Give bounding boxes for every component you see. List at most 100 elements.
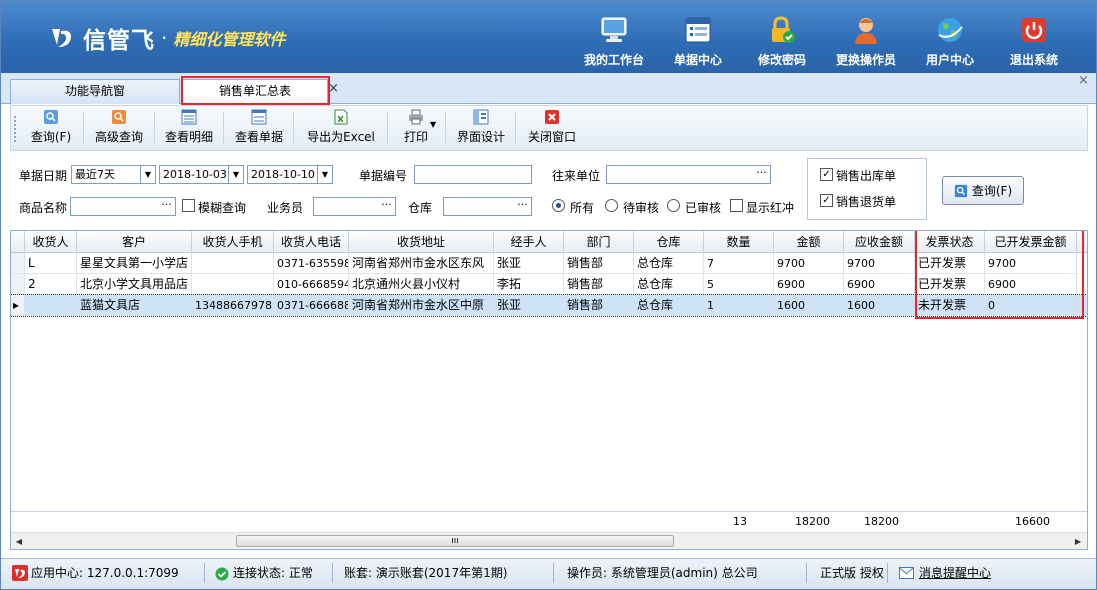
cell-phone[interactable]: 0371-666688 xyxy=(274,295,349,316)
cell-customer[interactable]: 星星文具第一小学店 xyxy=(77,253,192,274)
cell-handler[interactable]: 张亚 xyxy=(494,295,564,316)
tab-close-icon[interactable]: × xyxy=(328,81,339,96)
ellipsis-icon[interactable]: ··· xyxy=(158,198,175,215)
cell-amount[interactable]: 9700 xyxy=(774,253,844,274)
cell-receivable[interactable]: 9700 xyxy=(844,253,915,274)
header-phone[interactable]: 收货人电话 xyxy=(274,231,349,253)
nav-my-workbench[interactable]: 我的工作台 xyxy=(572,15,656,71)
export-excel-button[interactable]: 导出为Excel xyxy=(299,109,383,147)
interface-design-button[interactable]: 界面设计 xyxy=(451,109,511,147)
header-mobile[interactable]: 收货人手机 xyxy=(192,231,274,253)
table-row[interactable]: 2 北京小学文具用品店 010-6668594 北京通州火县小仪村 李拓 销售部 总仓库 5 6… xyxy=(11,274,1087,295)
header-amount[interactable]: 金额 xyxy=(774,231,844,253)
nav-user-center[interactable]: 用户中心 xyxy=(908,15,992,71)
nav-exit-system[interactable]: 退出系统 xyxy=(992,15,1076,71)
date-to-field[interactable]: 2018-10-10 ▼ xyxy=(247,165,333,184)
cell-phone[interactable]: 010-6668594 xyxy=(274,274,349,295)
cell-warehouse[interactable]: 总仓库 xyxy=(634,253,704,274)
cell-address[interactable]: 河南省郑州市金水区东风 xyxy=(349,253,494,274)
cell-phone[interactable]: 0371-635598 xyxy=(274,253,349,274)
product-input[interactable]: ··· xyxy=(70,197,176,216)
cell-invoice-status[interactable]: 已开发票 xyxy=(915,253,985,274)
table-row[interactable]: ▸ 蓝猫文具店 13488667978 0371-666688 河南省郑州市金水区中原张… xyxy=(11,294,1087,317)
header-receivable[interactable]: 应收金额 xyxy=(844,231,915,253)
cell-department[interactable]: 销售部 xyxy=(564,253,634,274)
cell-quantity[interactable]: 7 xyxy=(704,253,774,274)
cell-mobile[interactable] xyxy=(192,253,274,274)
row-indicator[interactable] xyxy=(11,274,25,295)
view-document-button[interactable]: 查看单据 xyxy=(229,109,289,147)
ellipsis-icon[interactable]: ··· xyxy=(378,198,395,215)
fuzzy-query-checkbox[interactable] xyxy=(182,199,195,212)
sales-out-checkbox[interactable]: ✓ xyxy=(820,168,833,181)
header-handler[interactable]: 经手人 xyxy=(494,231,564,253)
cell-invoice-status[interactable]: 未开发票 xyxy=(915,295,985,316)
header-department[interactable]: 部门 xyxy=(564,231,634,253)
row-indicator[interactable] xyxy=(11,253,25,274)
header-customer[interactable]: 客户 xyxy=(77,231,192,253)
doc-no-input[interactable] xyxy=(414,165,532,184)
tab-sales-summary[interactable]: 销售单汇总表 xyxy=(182,79,328,105)
close-window-button[interactable]: 关闭窗口 xyxy=(521,109,583,147)
header-receiver[interactable]: 收货人 xyxy=(25,231,77,253)
header-invoiced-amount[interactable]: 已开发票金额 xyxy=(985,231,1077,253)
row-indicator[interactable]: ▸ xyxy=(11,295,25,316)
scroll-left-icon[interactable]: ◀ xyxy=(12,535,26,548)
advanced-query-button[interactable]: 高级查询 xyxy=(87,109,151,147)
salesman-input[interactable]: ··· xyxy=(313,197,396,216)
cell-invoiced-amount[interactable]: 0 xyxy=(985,295,1077,316)
ellipsis-icon[interactable]: ··· xyxy=(514,198,531,215)
cell-invoiced-amount[interactable]: 6900 xyxy=(985,274,1077,295)
partner-input[interactable]: ··· xyxy=(606,165,771,184)
cell-handler[interactable]: 李拓 xyxy=(494,274,564,295)
cell-quantity[interactable]: 5 xyxy=(704,274,774,295)
window-close-icon[interactable]: × xyxy=(1078,73,1089,88)
cell-department[interactable]: 销售部 xyxy=(564,274,634,295)
header-quantity[interactable]: 数量 xyxy=(704,231,774,253)
header-address[interactable]: 收货地址 xyxy=(349,231,494,253)
cell-handler[interactable]: 张亚 xyxy=(494,253,564,274)
cell-warehouse[interactable]: 总仓库 xyxy=(634,274,704,295)
table-row[interactable]: L 星星文具第一小学店 0371-635598 河南省郑州市金水区东风 张亚 销售部 总仓库… xyxy=(11,253,1087,274)
status-pending-radio[interactable] xyxy=(605,199,618,212)
cell-quantity[interactable]: 1 xyxy=(704,295,774,316)
cell-invoiced-amount[interactable]: 9700 xyxy=(985,253,1077,274)
cell-amount[interactable]: 6900 xyxy=(774,274,844,295)
cell-customer[interactable]: 北京小学文具用品店 xyxy=(77,274,192,295)
scroll-right-icon[interactable]: ▶ xyxy=(1071,535,1085,548)
cell-invoice-status[interactable]: 已开发票 xyxy=(915,274,985,295)
cell-mobile[interactable] xyxy=(192,274,274,295)
header-invoice-status[interactable]: 发票状态 xyxy=(915,231,985,253)
status-approved-radio[interactable] xyxy=(667,199,680,212)
cell-mobile[interactable]: 13488667978 xyxy=(192,295,274,316)
scroll-thumb[interactable]: ııı xyxy=(236,535,674,547)
nav-switch-operator[interactable]: 更换操作员 xyxy=(824,15,908,71)
cell-address[interactable]: 河南省郑州市金水区中原 xyxy=(349,295,494,316)
date-from-field[interactable]: 2018-10-03 ▼ xyxy=(159,165,244,184)
cell-receivable[interactable]: 1600 xyxy=(844,295,915,316)
query-button[interactable]: 查询(F) xyxy=(21,109,81,147)
cell-customer[interactable]: 蓝猫文具店 xyxy=(77,295,192,316)
horizontal-scrollbar[interactable]: ◀ ııı ▶ xyxy=(11,532,1087,549)
nav-change-password[interactable]: 修改密码 xyxy=(740,15,824,71)
cell-department[interactable]: 销售部 xyxy=(564,295,634,316)
show-red-checkbox[interactable] xyxy=(730,199,743,212)
tab-function-navigation[interactable]: 功能导航窗 xyxy=(10,79,180,104)
header-warehouse[interactable]: 仓库 xyxy=(634,231,704,253)
cell-receiver[interactable] xyxy=(25,295,77,316)
filter-query-button[interactable]: 查询(F) xyxy=(942,176,1024,205)
warehouse-input[interactable]: ··· xyxy=(443,197,532,216)
cell-warehouse[interactable]: 总仓库 xyxy=(634,295,704,316)
cell-receiver[interactable]: L xyxy=(25,253,77,274)
cell-amount[interactable]: 1600 xyxy=(774,295,844,316)
status-all-radio[interactable] xyxy=(552,199,565,212)
date-range-select[interactable]: 最近7天 ▼ xyxy=(71,165,156,184)
nav-document-center[interactable]: 单据中心 xyxy=(656,15,740,71)
sales-return-checkbox[interactable]: ✓ xyxy=(820,194,833,207)
cell-address[interactable]: 北京通州火县小仪村 xyxy=(349,274,494,295)
view-detail-button[interactable]: 查看明细 xyxy=(159,109,219,147)
cell-receiver[interactable]: 2 xyxy=(25,274,77,295)
print-dropdown-icon[interactable]: ▼ xyxy=(430,120,436,129)
ellipsis-icon[interactable]: ··· xyxy=(753,166,770,183)
message-center-link[interactable]: 消息提醒中心 xyxy=(919,563,991,583)
